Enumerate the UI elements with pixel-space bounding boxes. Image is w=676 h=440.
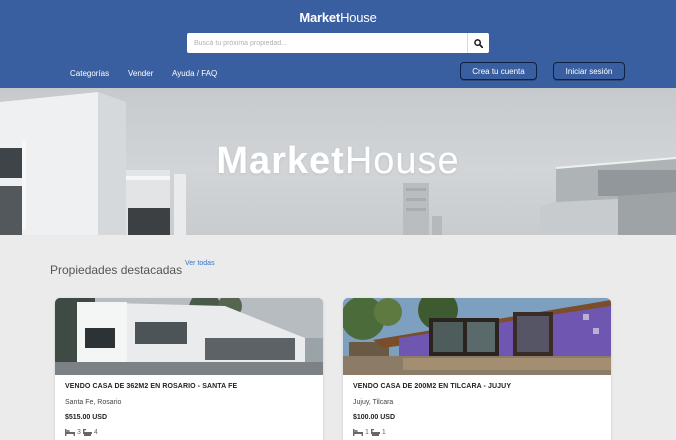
listing-image: [55, 298, 323, 375]
listing-image-house-1: [55, 298, 323, 375]
signup-button[interactable]: Crea tu cuenta: [460, 62, 537, 80]
listing-card[interactable]: VENDO CASA DE 200M2 EN TILCARA - JUJUY J…: [343, 298, 611, 440]
listing-image-house-2: [343, 298, 611, 375]
listing-location: Santa Fe, Rosario: [65, 399, 122, 406]
beds-count: 3: [77, 429, 81, 436]
nav-sell[interactable]: Vender: [128, 69, 153, 78]
listing-location: Jujuy, Tilcara: [353, 399, 394, 406]
listing-price: $515.00 USD: [65, 414, 108, 421]
search-bar: [187, 33, 489, 53]
top-header: MarketHouse Categorías Vender Ayuda / FA…: [0, 0, 676, 88]
listing-image: [343, 298, 611, 375]
logo-bold: Market: [299, 10, 341, 25]
logo-rest: House: [340, 10, 377, 25]
site-logo[interactable]: MarketHouse: [0, 10, 676, 25]
hero-title: MarketHouse: [0, 140, 676, 183]
login-button[interactable]: Iniciar sesión: [553, 62, 625, 80]
listing-title: VENDO CASA DE 200M2 EN TILCARA - JUJUY: [353, 383, 512, 390]
bath-icon: [82, 429, 92, 436]
listing-title: VENDO CASA DE 362M2 EN ROSARIO - SANTA F…: [65, 383, 238, 390]
bed-icon: [353, 429, 363, 436]
listing-features: 3 4: [65, 429, 98, 436]
baths-count: 4: [93, 429, 98, 436]
nav-categories[interactable]: Categorías: [70, 69, 109, 78]
see-all-link[interactable]: Ver todas: [185, 260, 215, 267]
search-icon: [474, 38, 483, 48]
bed-icon: [65, 429, 75, 436]
listing-price: $100.00 USD: [353, 414, 396, 421]
section-title: Propiedades destacadas: [50, 263, 183, 277]
nav-help-faq[interactable]: Ayuda / FAQ: [172, 69, 217, 78]
listing-features: 1 1: [353, 429, 386, 436]
hero-title-rest: House: [344, 140, 460, 182]
search-input[interactable]: [187, 33, 467, 53]
search-button[interactable]: [467, 33, 489, 53]
listing-card[interactable]: VENDO CASA DE 362M2 EN ROSARIO - SANTA F…: [55, 298, 323, 440]
hero-banner: MarketHouse: [0, 88, 676, 235]
baths-count: 1: [381, 429, 386, 436]
beds-count: 1: [365, 429, 369, 436]
bath-icon: [370, 429, 380, 436]
hero-title-bold: Market: [216, 140, 345, 182]
